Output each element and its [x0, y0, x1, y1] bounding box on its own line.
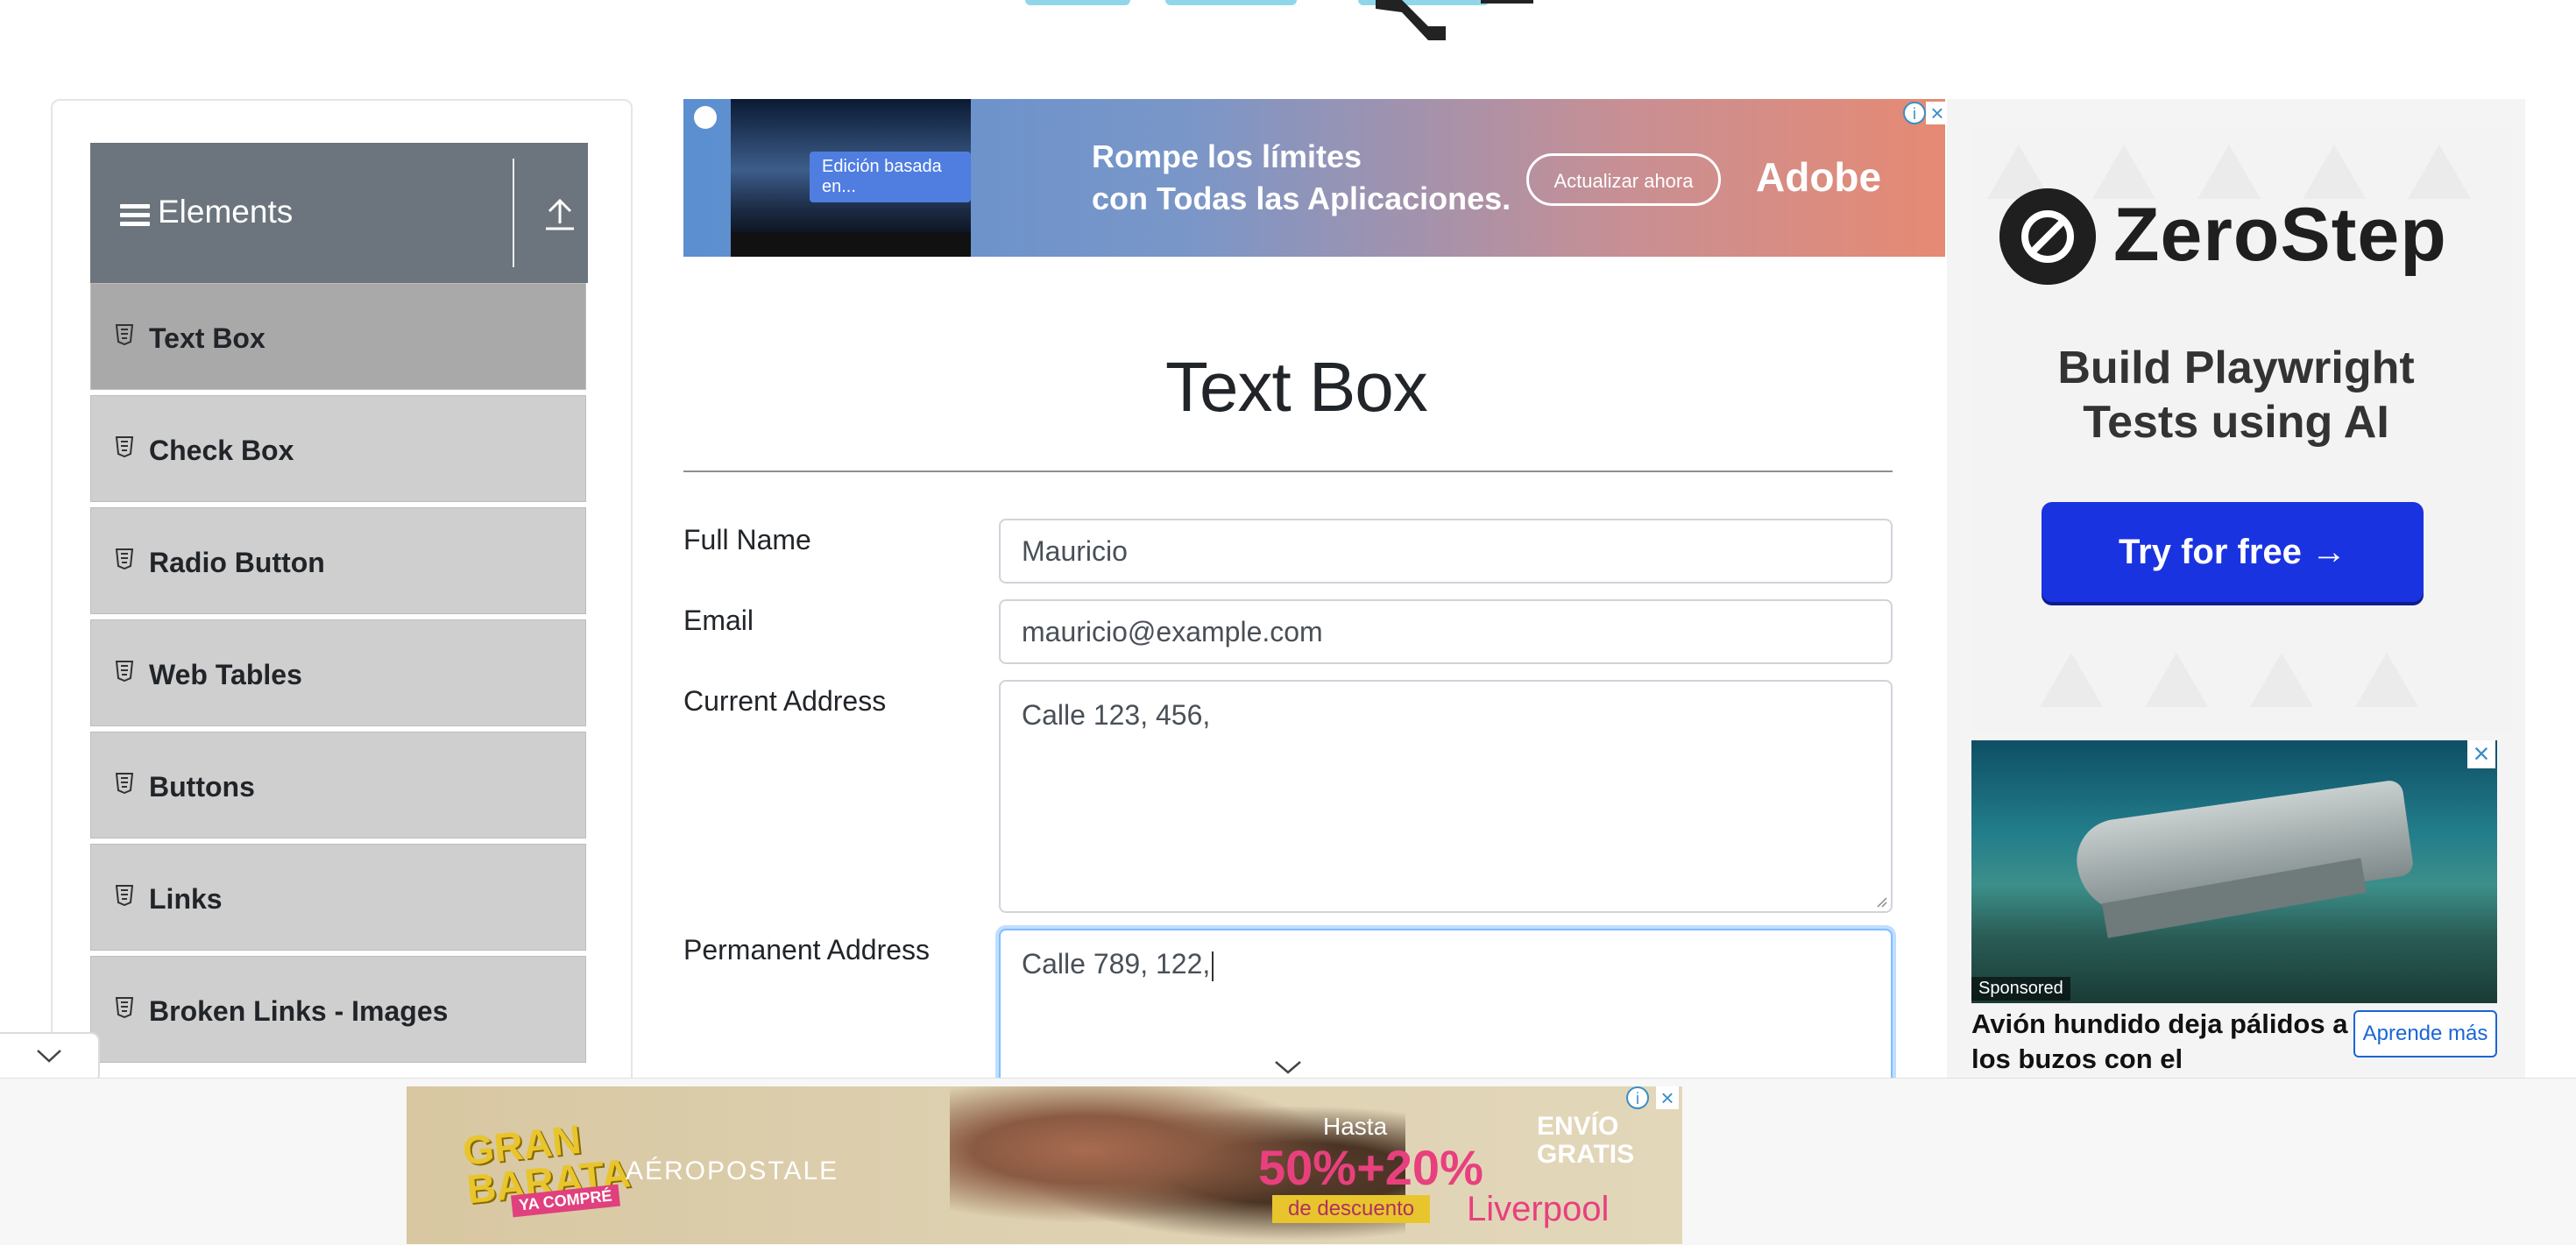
current-address-label: Current Address — [683, 685, 887, 717]
full-name-label: Full Name — [683, 524, 811, 555]
sidebar-item-label: Text Box — [149, 322, 265, 354]
ad-store-liverpool: Liverpool — [1467, 1190, 1610, 1228]
ad-close-icon[interactable]: × — [1926, 102, 1949, 124]
html5-icon — [116, 773, 133, 794]
ad-shield-icon — [694, 106, 717, 129]
sidebar-item-text-box[interactable]: Text Box — [90, 283, 586, 390]
sidebar-item-check-box[interactable]: Check Box — [90, 395, 586, 502]
zerostep-tagline-2: Tests using AI — [2083, 397, 2389, 448]
sponsored-image[interactable] — [1971, 740, 2497, 1003]
header-divider — [513, 159, 514, 267]
zerostep-brand: ZeroStep — [2113, 193, 2447, 277]
sidebar-item-label: Buttons — [149, 771, 255, 803]
ad-brand: Adobe — [1756, 154, 1882, 200]
ad-headline: Rompe los límites con Todas las Aplicaci… — [1092, 138, 1511, 216]
html5-icon — [116, 436, 133, 457]
html5-icon — [116, 324, 133, 345]
sponsored-headline[interactable]: Avión hundido deja pálidos a los buzos c… — [1971, 1007, 2357, 1077]
email-input[interactable]: mauricio@example.com — [999, 599, 1893, 664]
collapse-ad-button[interactable] — [0, 1032, 100, 1083]
sidebar-item-label: Check Box — [149, 435, 294, 466]
sidebar-item-label: Radio Button — [149, 547, 325, 578]
menu-icon — [120, 204, 150, 226]
ad-brand-aeropostale: AÉROPOSTALE — [626, 1157, 839, 1185]
html5-icon — [116, 548, 133, 569]
html5-icon — [116, 997, 133, 1018]
site-logo[interactable] — [1008, 0, 1603, 42]
current-address-textarea[interactable]: Calle 123, 456, — [999, 680, 1893, 913]
current-address-value: Calle 123, 456, — [1022, 699, 1211, 731]
sidebar-item-radio-button[interactable]: Radio Button — [90, 507, 586, 614]
ad-info-icon[interactable]: i — [1903, 102, 1926, 124]
sidebar-item-label: Broken Links - Images — [149, 995, 449, 1027]
permanent-address-value: Calle 789, 122, — [1022, 948, 1211, 980]
sidebar-group-title: Elements — [158, 194, 294, 230]
sidebar-group-elements[interactable]: Elements — [90, 143, 588, 283]
ad-cta-button[interactable]: Actualizar ahora — [1526, 153, 1721, 206]
ad-close-icon[interactable]: × — [1656, 1086, 1679, 1109]
permanent-address-label: Permanent Address — [683, 934, 931, 966]
learn-more-button[interactable]: Aprende más — [2353, 1010, 2497, 1058]
title-divider — [683, 470, 1893, 472]
zerostep-logo-icon — [1999, 188, 2096, 285]
text-cursor — [1212, 951, 1214, 981]
right-ad-column: ZeroStep Build Playwright Tests using AI… — [1947, 99, 2525, 1238]
full-name-input[interactable]: Mauricio — [999, 519, 1893, 584]
top-banner-ad[interactable]: Edición basada en... Rompe los límites c… — [683, 99, 1945, 257]
chevron-down-icon[interactable] — [1272, 1058, 1304, 1076]
chevron-down-icon — [37, 1050, 61, 1063]
try-for-free-button[interactable]: Try for free → — [2042, 502, 2424, 602]
permanent-address-textarea[interactable]: Calle 789, 122, — [999, 929, 1893, 1078]
ad-thumbnail: Edición basada en... — [731, 99, 971, 257]
upload-icon[interactable] — [537, 195, 583, 234]
ad-thumb-label: Edición basada en... — [810, 152, 971, 202]
sponsored-badge: Sponsored — [1971, 977, 2070, 1001]
bottom-banner-ad[interactable]: GRAN BARATA YA COMPRÉ AÉROPOSTALE Hasta … — [407, 1086, 1682, 1244]
html5-icon — [116, 661, 133, 682]
ad-discount: 50%+20% — [1258, 1140, 1483, 1195]
sponsored-close-icon[interactable]: × — [2467, 739, 2495, 768]
zerostep-tagline-1: Build Playwright — [2057, 343, 2415, 393]
html5-icon — [116, 885, 133, 906]
ad-envio-gratis: ENVÍO GRATIS — [1537, 1112, 1635, 1169]
ad-info-icon[interactable]: i — [1626, 1086, 1649, 1109]
sidebar-item-label: Web Tables — [149, 659, 302, 690]
sidebar-item-links[interactable]: Links — [90, 844, 586, 951]
sidebar-item-web-tables[interactable]: Web Tables — [90, 619, 586, 726]
sidebar-item-label: Links — [149, 883, 223, 915]
sidebar-item-broken-links-images[interactable]: Broken Links - Images — [90, 956, 586, 1063]
page-title: Text Box — [1165, 348, 1428, 426]
email-label: Email — [683, 605, 754, 636]
resize-handle-icon[interactable] — [1873, 894, 1887, 908]
ad-descuento: de descuento — [1272, 1195, 1431, 1223]
sidebar-item-buttons[interactable]: Buttons — [90, 732, 586, 838]
ad-hasta: Hasta — [1323, 1113, 1388, 1140]
